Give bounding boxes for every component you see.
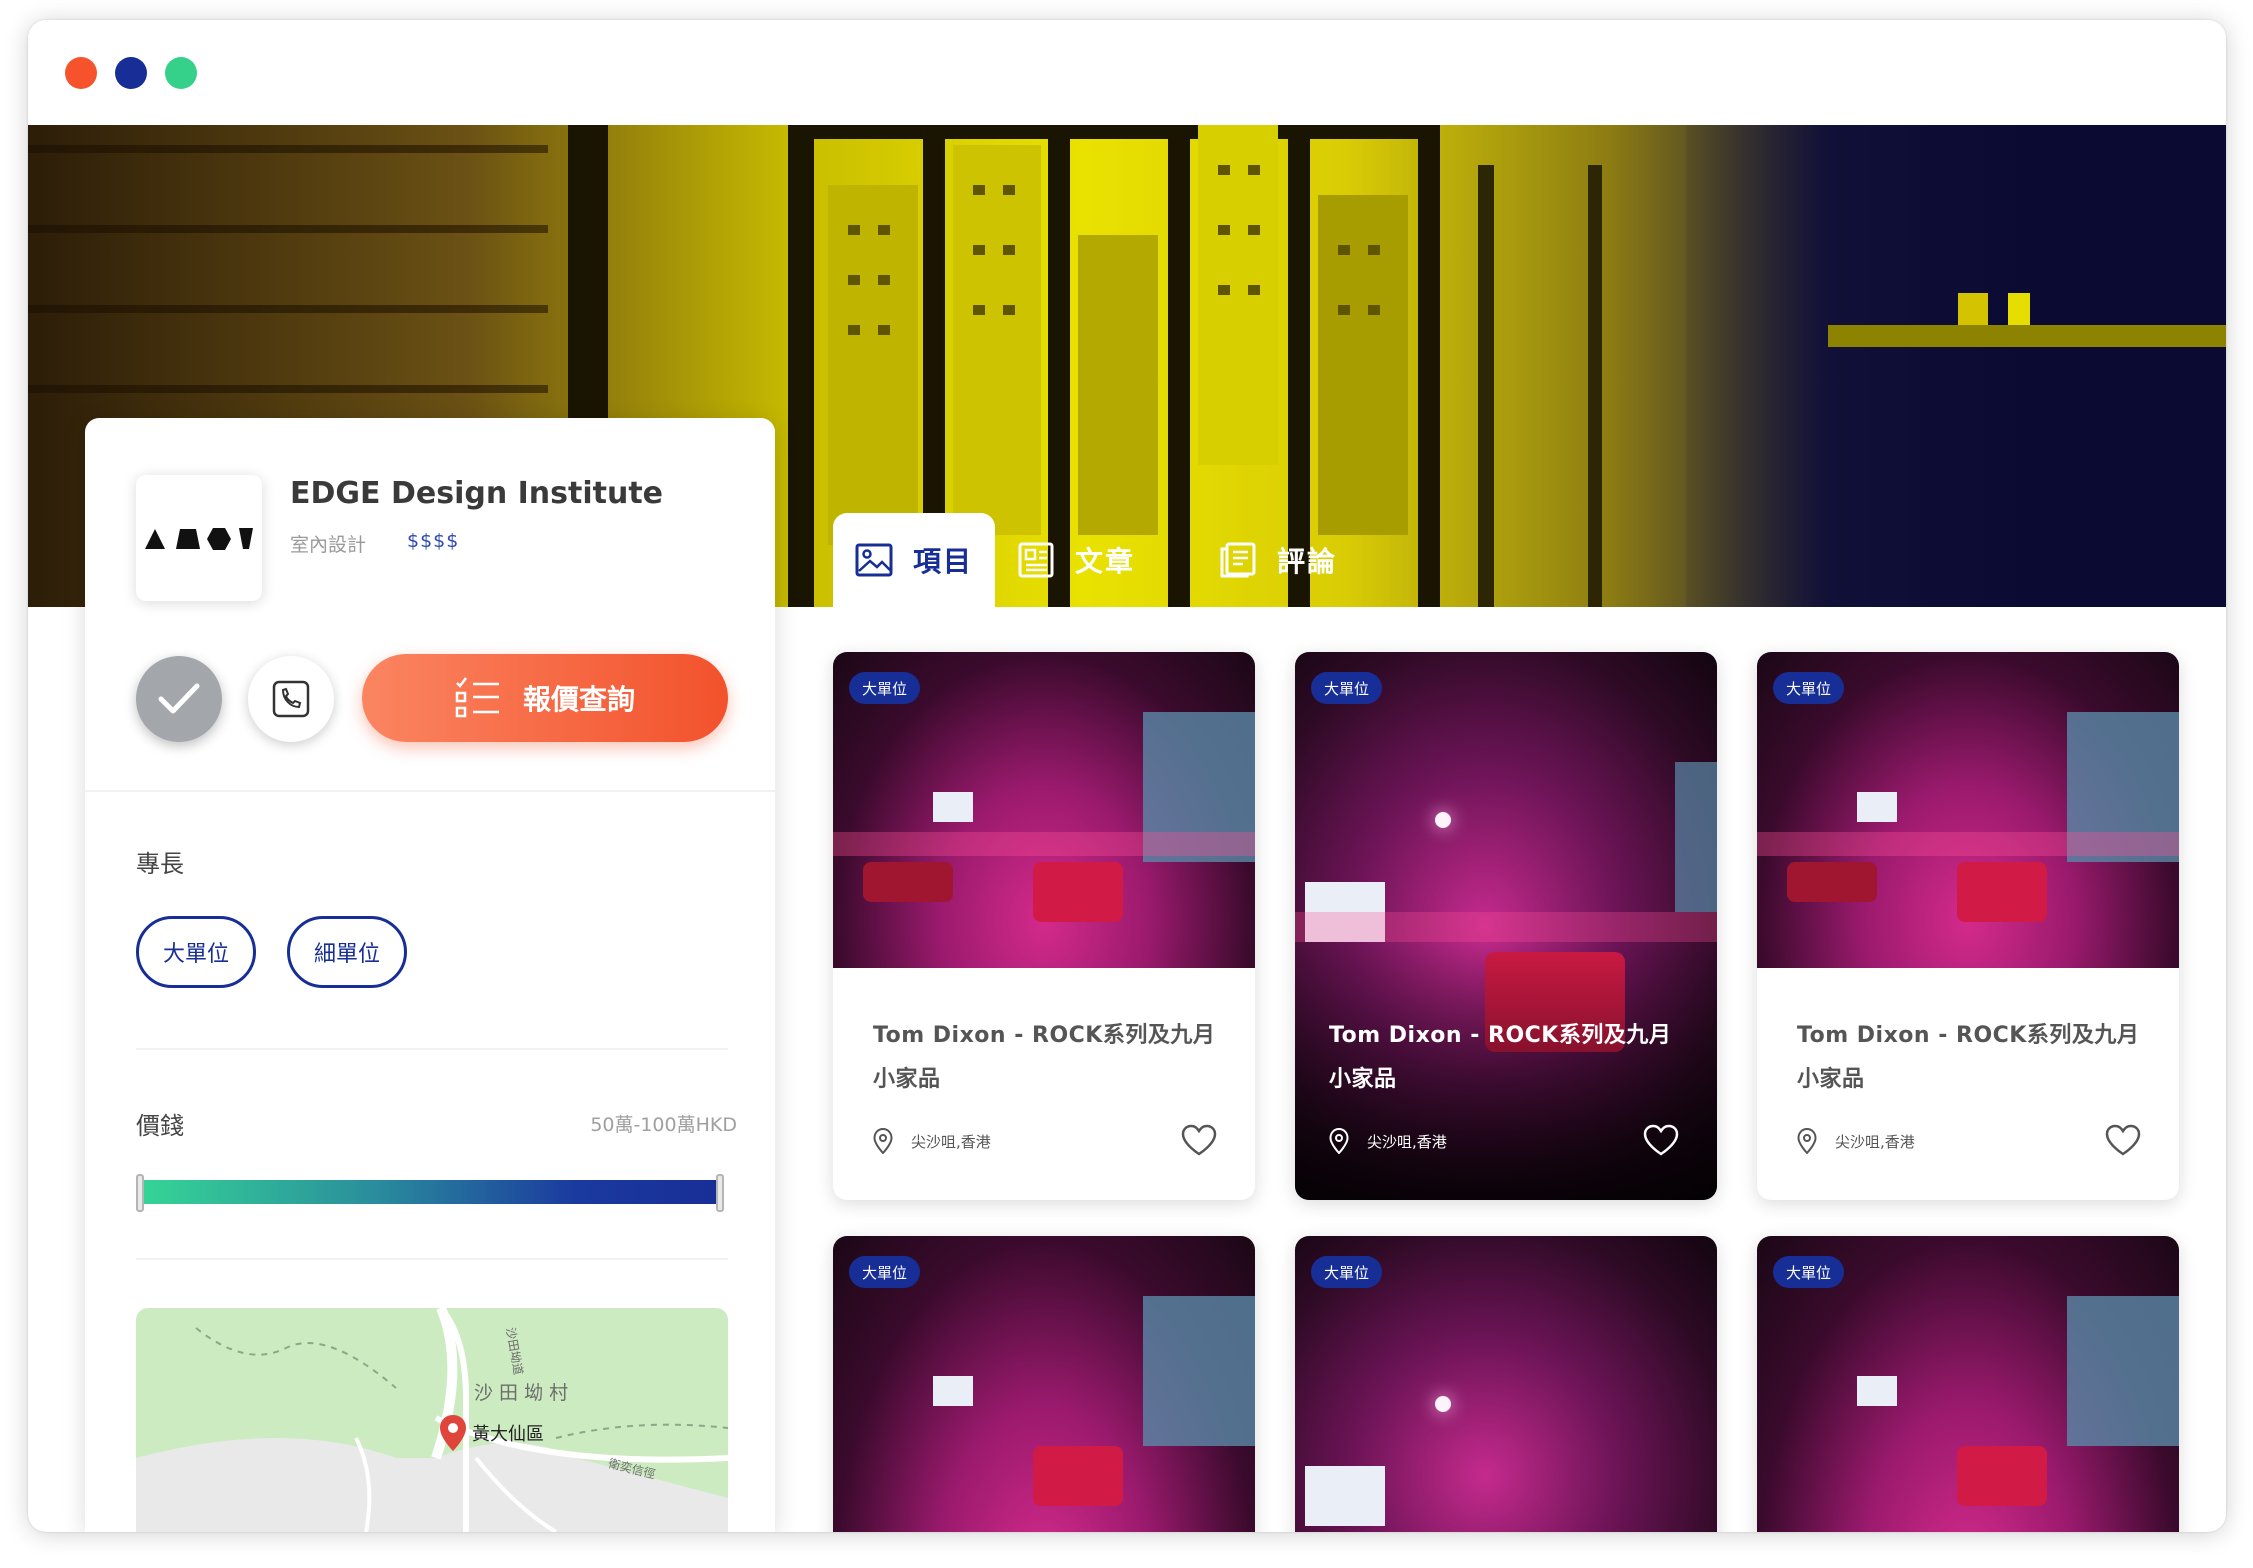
project-card[interactable]: 大單位	[1757, 1236, 2179, 1532]
project-photo	[1295, 652, 1717, 1200]
call-button[interactable]	[248, 656, 334, 742]
divider	[136, 1258, 728, 1260]
location-pin-icon	[1329, 1128, 1349, 1154]
close-window-button[interactable]	[65, 57, 97, 89]
verified-button[interactable]	[136, 656, 222, 742]
project-location-label: 尖沙咀,香港	[1835, 1132, 1915, 1151]
browser-window: 項目 文章 評論 EDGE Design Institute 室內設計 $$$$…	[28, 20, 2226, 1532]
divider	[85, 790, 775, 792]
maximize-window-button[interactable]	[165, 57, 197, 89]
specialties-title: 專長	[136, 850, 184, 878]
company-category: 室內設計	[290, 534, 367, 556]
divider	[136, 1048, 728, 1050]
project-card[interactable]: 大單位	[1295, 1236, 1717, 1532]
project-card[interactable]: 大單位 Tom Dixon - ROCK系列及九月小家品 尖沙咀,香港	[1757, 652, 2179, 1200]
project-badge: 大單位	[849, 1256, 921, 1288]
company-logo	[136, 475, 262, 601]
location-pin-icon	[1797, 1128, 1817, 1154]
tab-reviews[interactable]: 評論	[1197, 513, 1359, 607]
project-title: Tom Dixon - ROCK系列及九月小家品	[873, 1023, 1216, 1092]
price-range-text: 50萬-100萬HKD	[590, 1114, 737, 1136]
minimize-window-button[interactable]	[115, 57, 147, 89]
price-title: 價錢	[136, 1112, 184, 1140]
image-icon	[855, 543, 893, 577]
heart-icon[interactable]	[1181, 1124, 1217, 1156]
article-icon	[1018, 542, 1054, 578]
tab-articles[interactable]: 文章	[995, 513, 1157, 607]
project-badge: 大單位	[1773, 1256, 1845, 1288]
company-profile-panel: EDGE Design Institute 室內設計 $$$$ 報價查詢 專長 …	[85, 418, 775, 1532]
location-map[interactable]: 沙 田 坳 村 沙田坳道 黃大仙區 衛奕信徑	[136, 1308, 728, 1532]
specialty-chip-large-unit[interactable]: 大單位	[136, 916, 257, 988]
checklist-icon	[455, 677, 499, 718]
title-bar	[28, 20, 2226, 125]
project-location: 尖沙咀,香港	[873, 1128, 991, 1154]
price-slider-track[interactable]	[140, 1180, 720, 1204]
tab-projects[interactable]: 項目	[833, 513, 996, 607]
tab-articles-label: 文章	[1075, 545, 1136, 578]
quote-request-label: 報價查詢	[522, 683, 635, 716]
map-roads	[136, 1308, 728, 1532]
map-village-label: 沙 田 坳 村	[474, 1382, 569, 1404]
heart-icon[interactable]	[1643, 1124, 1679, 1156]
phone-icon	[272, 680, 310, 718]
checkmark-icon	[158, 683, 200, 714]
content-tabs: 項目 文章 評論	[833, 513, 1359, 607]
price-slider-min-handle[interactable]	[136, 1174, 144, 1212]
company-price-level: $$$$	[407, 530, 460, 552]
company-name: EDGE Design Institute	[290, 476, 664, 511]
project-badge: 大單位	[849, 672, 921, 704]
price-slider-max-handle[interactable]	[716, 1174, 724, 1212]
specialty-chip-small-unit[interactable]: 細單位	[287, 916, 408, 988]
project-location: 尖沙咀,香港	[1329, 1128, 1447, 1154]
project-badge: 大單位	[1773, 672, 1845, 704]
tab-projects-label: 項目	[913, 545, 974, 578]
project-badge: 大單位	[1311, 672, 1383, 704]
project-card[interactable]: 大單位 Tom Dixon - ROCK系列及九月小家品 尖沙咀,香港	[1295, 652, 1717, 1200]
project-location: 尖沙咀,香港	[1797, 1128, 1915, 1154]
map-district-label: 黃大仙區	[472, 1424, 544, 1445]
project-location-label: 尖沙咀,香港	[911, 1132, 991, 1151]
project-card[interactable]: 大單位	[833, 1236, 1255, 1532]
tab-reviews-label: 評論	[1277, 545, 1338, 578]
project-location-label: 尖沙咀,香港	[1367, 1132, 1447, 1151]
heart-icon[interactable]	[2105, 1124, 2141, 1156]
quote-request-button[interactable]: 報價查詢	[362, 654, 728, 742]
project-card[interactable]: 大單位 Tom Dixon - ROCK系列及九月小家品 尖沙咀,香港	[833, 652, 1255, 1200]
project-badge: 大單位	[1311, 1256, 1383, 1288]
review-icon	[1220, 542, 1256, 578]
edge-logo-icon	[145, 528, 253, 550]
location-pin-icon	[873, 1128, 893, 1154]
project-title: Tom Dixon - ROCK系列及九月小家品	[1797, 1023, 2140, 1092]
project-title: Tom Dixon - ROCK系列及九月小家品	[1329, 1023, 1672, 1092]
map-pin-icon	[440, 1415, 466, 1451]
